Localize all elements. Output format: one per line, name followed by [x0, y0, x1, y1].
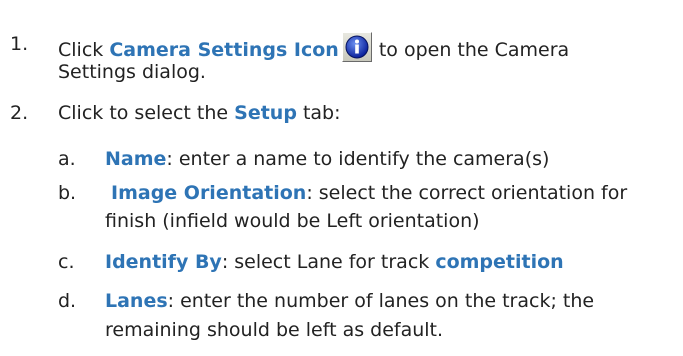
substep-b-desc: : select the correct orientation for	[306, 182, 628, 204]
image-orientation-label: Image Orientation	[111, 182, 307, 204]
identify-by-label: Identify By	[105, 251, 222, 273]
substep-b-continuation: finish (infield would be Left orientatio…	[105, 210, 480, 232]
step-1-number: 1.	[10, 33, 29, 55]
info-icon[interactable]	[341, 32, 372, 62]
lanes-label: Lanes	[105, 290, 168, 312]
substep-a-desc: : enter a name to identify the camera(s)	[166, 148, 550, 170]
step-1-text: Click Camera Settings Icon to open the C…	[58, 32, 569, 62]
setup-tab-label: Setup	[234, 102, 297, 124]
substep-d-continuation: remaining should be left as default.	[105, 319, 444, 341]
substep-b-letter: b.	[58, 182, 77, 204]
name-field-label: Name	[105, 148, 167, 170]
step-2-suffix: tab:	[296, 102, 341, 124]
step-2-number: 2.	[10, 102, 29, 124]
substep-d-letter: d.	[58, 290, 77, 312]
substep-b-text: Image Orientation: select the correct or…	[111, 181, 627, 205]
substep-d-desc: : enter the number of lanes on the track…	[167, 290, 595, 312]
substep-a-letter: a.	[58, 148, 76, 170]
substep-c-letter: c.	[58, 251, 75, 273]
competition-label: competition	[435, 251, 564, 273]
step-1-prefix: Click	[58, 39, 110, 61]
step-1-continuation: Settings dialog.	[58, 61, 206, 83]
substep-d-text: Lanes: enter the number of lanes on the …	[105, 289, 594, 313]
step-2-text: Click to select the Setup tab:	[58, 101, 341, 125]
substep-c-desc: : select Lane for track	[221, 251, 436, 273]
substep-a-text: Name: enter a name to identify the camer…	[105, 147, 549, 171]
step-2-prefix: Click to select the	[58, 102, 235, 124]
step-1-suffix: to open the Camera	[372, 39, 570, 61]
substep-c-text: Identify By: select Lane for track compe…	[105, 250, 564, 274]
camera-settings-icon-label: Camera Settings Icon	[109, 39, 339, 61]
